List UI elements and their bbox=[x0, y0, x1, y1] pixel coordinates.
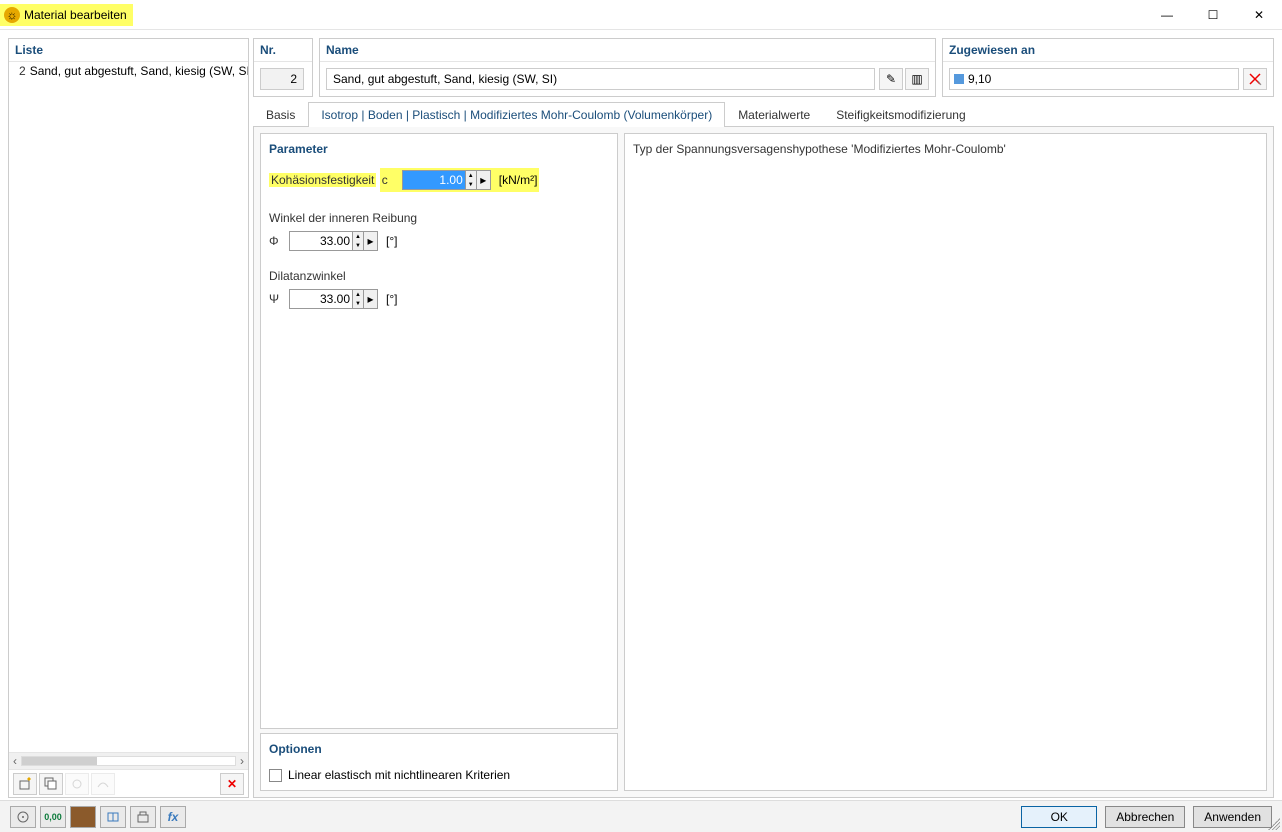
linear-elastic-label: Linear elastisch mit nichtlinearen Krite… bbox=[288, 768, 510, 782]
titlebar: ☼ Material bearbeiten — ☐ ✕ bbox=[0, 0, 1282, 30]
spin-down-icon[interactable]: ▼ bbox=[353, 299, 363, 308]
dilatancy-menu-button[interactable]: ▸ bbox=[364, 289, 378, 309]
resize-grip[interactable] bbox=[1268, 818, 1280, 830]
chevron-right-icon: ▸ bbox=[367, 292, 373, 306]
view-button[interactable] bbox=[130, 806, 156, 828]
toolbar-button-4 bbox=[91, 773, 115, 795]
apply-label: Anwenden bbox=[1204, 810, 1261, 824]
tabbar: Basis Isotrop | Boden | Plastisch | Modi… bbox=[253, 101, 1274, 127]
preview-button[interactable] bbox=[100, 806, 126, 828]
close-icon: ✕ bbox=[1254, 8, 1264, 22]
number-box: Nr. bbox=[253, 38, 313, 97]
spin-up-icon[interactable]: ▲ bbox=[353, 290, 363, 299]
clear-assigned-button[interactable] bbox=[1243, 68, 1267, 90]
list-hscroll[interactable]: ‹ › bbox=[9, 752, 248, 769]
minimize-icon: — bbox=[1161, 8, 1173, 22]
ok-label: OK bbox=[1051, 810, 1068, 824]
list-header: Liste bbox=[9, 39, 248, 62]
cancel-button[interactable]: Abbrechen bbox=[1105, 806, 1185, 828]
cohesion-input[interactable] bbox=[402, 170, 466, 190]
cohesion-symbol: c bbox=[382, 173, 398, 187]
info-text: Typ der Spannungsversagenshypothese 'Mod… bbox=[633, 142, 1006, 156]
assigned-box: Zugewiesen an 9,10 bbox=[942, 38, 1274, 97]
cohesion-unit: [kN/m²] bbox=[499, 173, 538, 187]
tab-isotrop[interactable]: Isotrop | Boden | Plastisch | Modifizier… bbox=[308, 102, 725, 127]
assigned-input[interactable]: 9,10 bbox=[949, 68, 1239, 90]
dilatancy-input[interactable] bbox=[289, 289, 353, 309]
tab-materialwerte[interactable]: Materialwerte bbox=[725, 102, 823, 127]
app-icon: ☼ bbox=[4, 7, 20, 23]
dialog-footer: 0,00 fx OK Abbrechen Anwenden bbox=[0, 800, 1282, 832]
scroll-thumb[interactable] bbox=[22, 757, 97, 765]
name-header: Name bbox=[320, 39, 935, 62]
info-panel: Typ der Spannungsversagenshypothese 'Mod… bbox=[624, 133, 1267, 791]
assigned-value: 9,10 bbox=[968, 72, 991, 86]
library-button[interactable]: ▥ bbox=[905, 68, 929, 90]
chevron-right-icon: ▸ bbox=[367, 234, 373, 248]
tab-basis[interactable]: Basis bbox=[253, 102, 308, 127]
function-button[interactable]: fx bbox=[160, 806, 186, 828]
friction-unit: [°] bbox=[386, 234, 397, 248]
list-body[interactable]: 2 Sand, gut abgestuft, Sand, kiesig (SW,… bbox=[9, 62, 248, 752]
dilatancy-unit: [°] bbox=[386, 292, 397, 306]
scroll-left-icon[interactable]: ‹ bbox=[13, 754, 17, 768]
list-item-number: 2 bbox=[19, 64, 26, 78]
rename-button[interactable]: ✎ bbox=[879, 68, 903, 90]
cohesion-menu-button[interactable]: ▸ bbox=[477, 170, 491, 190]
copy-material-button[interactable] bbox=[39, 773, 63, 795]
color-button[interactable] bbox=[70, 806, 96, 828]
solid-icon bbox=[954, 74, 964, 84]
new-material-button[interactable] bbox=[13, 773, 37, 795]
book-icon: ▥ bbox=[911, 72, 922, 86]
window-title: Material bearbeiten bbox=[24, 8, 133, 22]
app-icon-glyph: ☼ bbox=[7, 8, 18, 22]
friction-spinner[interactable]: ▲▼ bbox=[353, 231, 364, 251]
friction-menu-button[interactable]: ▸ bbox=[364, 231, 378, 251]
units-button[interactable]: 0,00 bbox=[40, 806, 66, 828]
cancel-label: Abbrechen bbox=[1116, 810, 1174, 824]
maximize-icon: ☐ bbox=[1208, 8, 1219, 22]
name-box: Name ✎ ▥ bbox=[319, 38, 936, 97]
options-title: Optionen bbox=[269, 742, 609, 756]
assigned-header: Zugewiesen an bbox=[943, 39, 1273, 62]
toolbar-button-3 bbox=[65, 773, 89, 795]
parameter-fieldset: Parameter Kohäsionsfestigkeit c ▲▼ ▸ [kN… bbox=[260, 133, 618, 729]
dilatancy-spinner[interactable]: ▲▼ bbox=[353, 289, 364, 309]
apply-button[interactable]: Anwenden bbox=[1193, 806, 1272, 828]
parameter-title: Parameter bbox=[269, 142, 609, 156]
minimize-button[interactable]: — bbox=[1144, 0, 1190, 30]
number-header: Nr. bbox=[254, 39, 312, 62]
list-item-name: Sand, gut abgestuft, Sand, kiesig (SW, S… bbox=[30, 64, 248, 78]
main-area: Parameter Kohäsionsfestigkeit c ▲▼ ▸ [kN… bbox=[253, 127, 1274, 798]
spin-down-icon[interactable]: ▼ bbox=[466, 180, 476, 189]
dilatancy-symbol: Ψ bbox=[269, 292, 285, 306]
chevron-right-icon: ▸ bbox=[480, 173, 486, 187]
help-button[interactable] bbox=[10, 806, 36, 828]
ok-button[interactable]: OK bbox=[1021, 806, 1097, 828]
delete-icon: ✕ bbox=[227, 777, 237, 791]
number-input[interactable] bbox=[260, 68, 304, 90]
options-fieldset: Optionen Linear elastisch mit nichtlinea… bbox=[260, 733, 618, 791]
dilatancy-label: Dilatanzwinkel bbox=[269, 269, 609, 283]
list-toolbar: ✕ bbox=[9, 769, 248, 797]
tab-steifigkeit[interactable]: Steifigkeitsmodifizierung bbox=[823, 102, 978, 127]
list-item[interactable]: 2 Sand, gut abgestuft, Sand, kiesig (SW,… bbox=[9, 62, 248, 80]
linear-elastic-checkbox[interactable] bbox=[269, 769, 282, 782]
friction-input[interactable] bbox=[289, 231, 353, 251]
delete-material-button[interactable]: ✕ bbox=[220, 773, 244, 795]
list-panel: Liste 2 Sand, gut abgestuft, Sand, kiesi… bbox=[8, 38, 249, 798]
cohesion-spinner[interactable]: ▲▼ bbox=[466, 170, 477, 190]
spin-up-icon[interactable]: ▲ bbox=[353, 232, 363, 241]
spin-up-icon[interactable]: ▲ bbox=[466, 171, 476, 180]
friction-label: Winkel der inneren Reibung bbox=[269, 211, 609, 225]
name-input[interactable] bbox=[326, 68, 875, 90]
maximize-button[interactable]: ☐ bbox=[1190, 0, 1236, 30]
cohesion-label: Kohäsionsfestigkeit bbox=[269, 173, 376, 187]
friction-symbol: Φ bbox=[269, 234, 285, 248]
spin-down-icon[interactable]: ▼ bbox=[353, 241, 363, 250]
pencil-icon: ✎ bbox=[886, 72, 896, 86]
scroll-right-icon[interactable]: › bbox=[240, 754, 244, 768]
close-button[interactable]: ✕ bbox=[1236, 0, 1282, 30]
